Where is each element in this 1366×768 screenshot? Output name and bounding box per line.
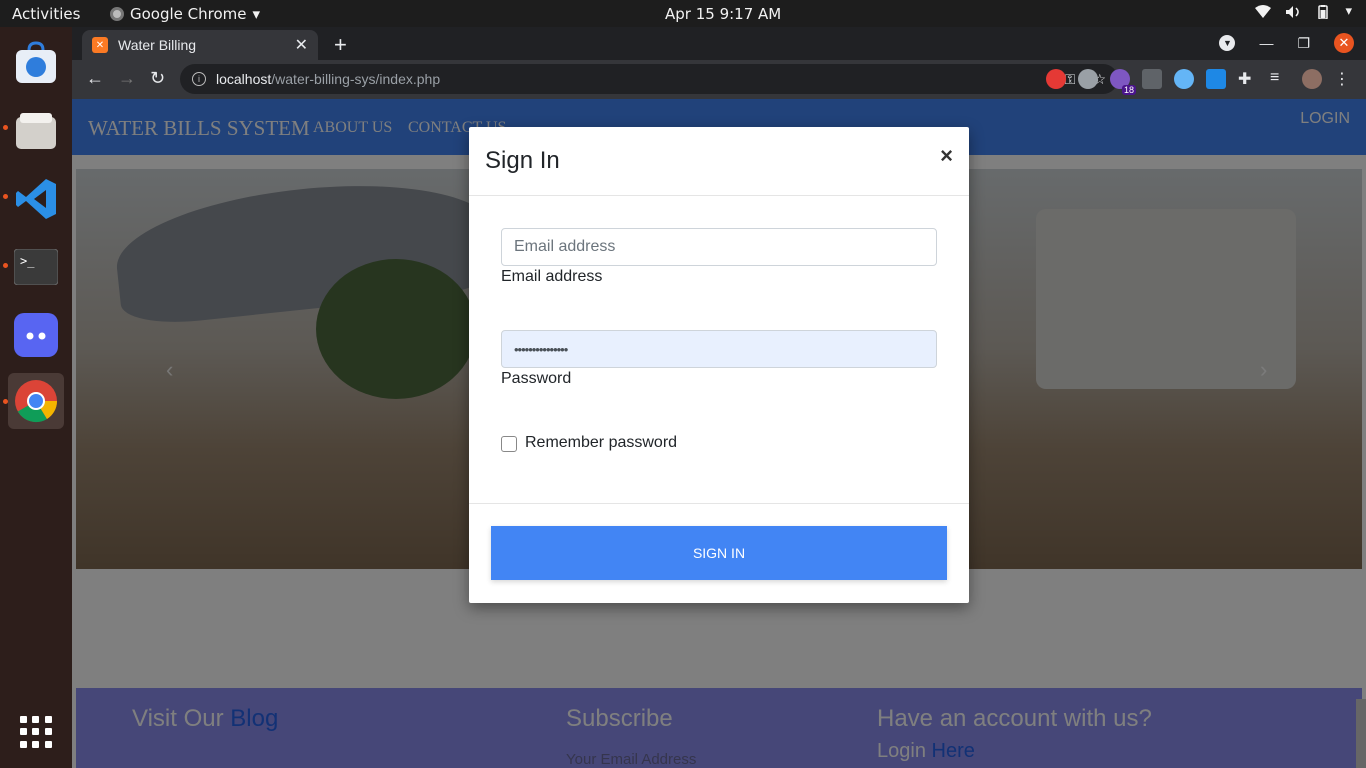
- minimize-icon[interactable]: —: [1259, 35, 1273, 51]
- back-arrow-icon[interactable]: ←: [86, 68, 104, 89]
- vscode-icon: [16, 179, 56, 219]
- volume-icon: [1286, 5, 1300, 18]
- tab-close-icon[interactable]: ✕: [295, 35, 308, 55]
- software-center-icon: [16, 41, 56, 83]
- url-host: localhost: [216, 71, 272, 87]
- modal-title: Sign In: [485, 147, 560, 174]
- tab-title: Water Billing: [118, 37, 197, 53]
- email-field[interactable]: Email address: [501, 228, 937, 266]
- wifi-icon: [1255, 4, 1272, 18]
- chrome-app-icon: [110, 7, 124, 21]
- caret-down-icon: ▾: [252, 5, 261, 23]
- discord-icon: [14, 313, 58, 357]
- dock-software-center[interactable]: [8, 35, 64, 91]
- extension-circle-icon[interactable]: [1078, 69, 1098, 89]
- system-top-bar: Activities Google Chrome ▾ Apr 15 9:17 A…: [0, 0, 1366, 27]
- battery-icon: [1318, 4, 1329, 19]
- dock-vscode[interactable]: [8, 171, 64, 227]
- adblock-extension-icon[interactable]: [1046, 69, 1066, 89]
- extensions-puzzle-icon[interactable]: ✚: [1238, 69, 1258, 89]
- tab-search-icon[interactable]: ▼: [1219, 35, 1236, 51]
- xampp-favicon-icon: ✕: [92, 37, 108, 53]
- extension-badge-icon[interactable]: 18: [1110, 69, 1136, 95]
- app-menu-label: Google Chrome: [130, 5, 247, 23]
- password-value: •••••••••••••••: [514, 341, 568, 357]
- restore-icon[interactable]: ❐: [1297, 35, 1310, 52]
- email-placeholder: Email address: [514, 238, 616, 255]
- chrome-menu-icon[interactable]: ⋮: [1334, 69, 1354, 89]
- extension-bird-icon[interactable]: [1174, 69, 1194, 89]
- sign-in-button[interactable]: SIGN IN: [491, 526, 947, 580]
- dock-chrome[interactable]: [8, 373, 64, 429]
- password-label: Password: [501, 370, 572, 387]
- address-bar[interactable]: i localhost/water-billing-sys/index.php …: [180, 64, 1118, 94]
- close-icon[interactable]: ×: [940, 143, 953, 169]
- browser-window: ✕ Water Billing ✕ + ▼ — ❐ ✕ ← → ↻ i loca…: [72, 27, 1366, 768]
- terminal-icon: >_: [14, 249, 58, 285]
- window-controls: ▼ — ❐ ✕: [1219, 33, 1354, 53]
- forward-arrow-icon[interactable]: →: [118, 68, 136, 89]
- app-menu[interactable]: Google Chrome ▾: [110, 5, 260, 23]
- modal-header: Sign In ×: [469, 127, 969, 196]
- dock-files[interactable]: [8, 103, 64, 159]
- reload-icon[interactable]: ↻: [150, 68, 165, 89]
- svg-text:>_: >_: [20, 254, 35, 268]
- modal-footer: SIGN IN: [469, 503, 969, 603]
- close-window-icon[interactable]: ✕: [1334, 33, 1354, 53]
- extension-doc-icon[interactable]: [1206, 69, 1226, 89]
- tab-strip: ✕ Water Billing ✕ + ▼ — ❐ ✕: [72, 27, 1366, 60]
- profile-avatar[interactable]: [1302, 69, 1322, 89]
- dock-discord[interactable]: [8, 307, 64, 363]
- new-tab-button[interactable]: +: [334, 32, 347, 58]
- password-field[interactable]: •••••••••••••••: [501, 330, 937, 368]
- show-applications-icon[interactable]: [20, 716, 52, 748]
- chrome-icon: [15, 380, 58, 423]
- extension-badge-count: 18: [1121, 85, 1136, 95]
- files-folder-icon: [16, 113, 56, 149]
- site-info-icon[interactable]: i: [192, 72, 206, 86]
- extension-gear-icon[interactable]: [1142, 69, 1162, 89]
- dock: >_: [0, 27, 72, 768]
- remember-password-checkbox[interactable]: [501, 436, 517, 452]
- url-path: /water-billing-sys/index.php: [271, 71, 441, 87]
- system-tray[interactable]: ▾: [1255, 4, 1352, 19]
- email-label: Email address: [501, 268, 603, 285]
- sign-in-modal: Sign In × Email address Email address ••…: [469, 127, 969, 603]
- url-text: localhost/water-billing-sys/index.php: [216, 71, 440, 87]
- remember-password-label[interactable]: Remember password: [525, 434, 677, 452]
- dock-terminal[interactable]: >_: [8, 239, 64, 295]
- browser-toolbar: ← → ↻ i localhost/water-billing-sys/inde…: [72, 60, 1366, 99]
- extension-icons: 18 ✚ ≡ ⋮: [1046, 69, 1354, 95]
- activities-button[interactable]: Activities: [12, 5, 80, 23]
- tab-water-billing[interactable]: ✕ Water Billing ✕: [82, 30, 318, 60]
- power-menu-caret-icon: ▾: [1345, 4, 1352, 19]
- media-queue-icon[interactable]: ≡: [1270, 69, 1290, 89]
- clock[interactable]: Apr 15 9:17 AM: [665, 5, 781, 23]
- web-page: WATER BILLS SYSTEM ABOUT US CONTACT US L…: [72, 99, 1366, 768]
